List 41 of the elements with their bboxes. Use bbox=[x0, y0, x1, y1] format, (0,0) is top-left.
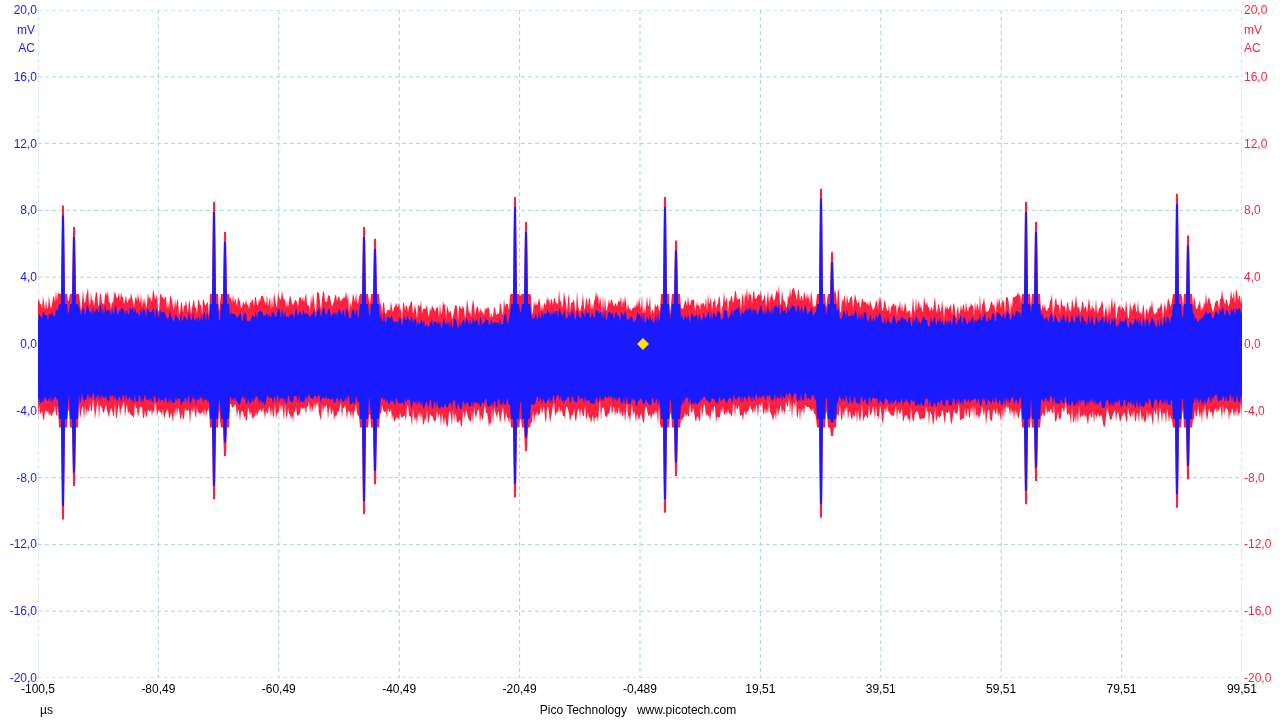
axis-tick-label: -80,49 bbox=[141, 682, 176, 696]
trigger-marker-icon[interactable] bbox=[637, 338, 649, 350]
axis-tick-label: -16,0 bbox=[1244, 604, 1272, 619]
axis-tick-label: 19,51 bbox=[745, 682, 776, 696]
axis-tick-label: -16,0 bbox=[9, 604, 37, 619]
axis-tick-label: 99,51 bbox=[1226, 682, 1257, 696]
axis-tick-label: -12,0 bbox=[1244, 537, 1272, 552]
axis-tick-label: 79,51 bbox=[1106, 682, 1137, 696]
axis-tick-label: -12,0 bbox=[9, 537, 37, 552]
axis-tick-label: -40,49 bbox=[382, 682, 417, 696]
axis-tick-label: 8,0 bbox=[20, 203, 37, 218]
axis-tick-label: -0,489 bbox=[622, 682, 657, 696]
axis-tick-label: -20,0 bbox=[1244, 670, 1272, 685]
axis-tick-label: 16,0 bbox=[1244, 69, 1268, 84]
axis-tick-label: 20,0 bbox=[1244, 3, 1268, 17]
axis-tick-label: -8,0 bbox=[1244, 470, 1265, 485]
axis-tick-label: -60,49 bbox=[261, 682, 296, 696]
coupling-label: AC bbox=[18, 40, 35, 57]
axis-tick-label: -4,0 bbox=[16, 403, 37, 418]
axis-tick-label: -20,49 bbox=[502, 682, 537, 696]
axis-tick-label: 39,51 bbox=[865, 682, 896, 696]
coupling-label: AC bbox=[1244, 40, 1262, 57]
axis-unit-label: µs bbox=[40, 703, 53, 717]
axis-tick-label: 0,0 bbox=[1244, 337, 1261, 351]
axis-tick-label: 59,51 bbox=[986, 682, 1017, 696]
axis-tick-label: -100,5 bbox=[21, 682, 55, 696]
company-name: Pico Technology bbox=[539, 703, 627, 717]
axis-tick-label: 16,0 bbox=[13, 69, 37, 84]
axis-unit-label: mV bbox=[17, 22, 35, 39]
axis-tick-label: 4,0 bbox=[20, 270, 37, 285]
website-link[interactable]: www.picotech.com bbox=[636, 703, 737, 717]
axis-tick-label: -8,0 bbox=[16, 470, 37, 485]
axis-tick-label: -20,0 bbox=[9, 670, 37, 685]
axis-tick-label: -4,0 bbox=[1244, 403, 1265, 418]
axis-unit-label: mV bbox=[1244, 22, 1262, 39]
axis-tick-label: 12,0 bbox=[1244, 136, 1268, 151]
axis-tick-label: 12,0 bbox=[13, 136, 37, 151]
axis-tick-label: 8,0 bbox=[1244, 203, 1261, 218]
axis-tick-label: 0,0 bbox=[20, 337, 37, 351]
axis-tick-label: 4,0 bbox=[1244, 270, 1261, 285]
axis-tick-label: 20,0 bbox=[13, 3, 37, 17]
